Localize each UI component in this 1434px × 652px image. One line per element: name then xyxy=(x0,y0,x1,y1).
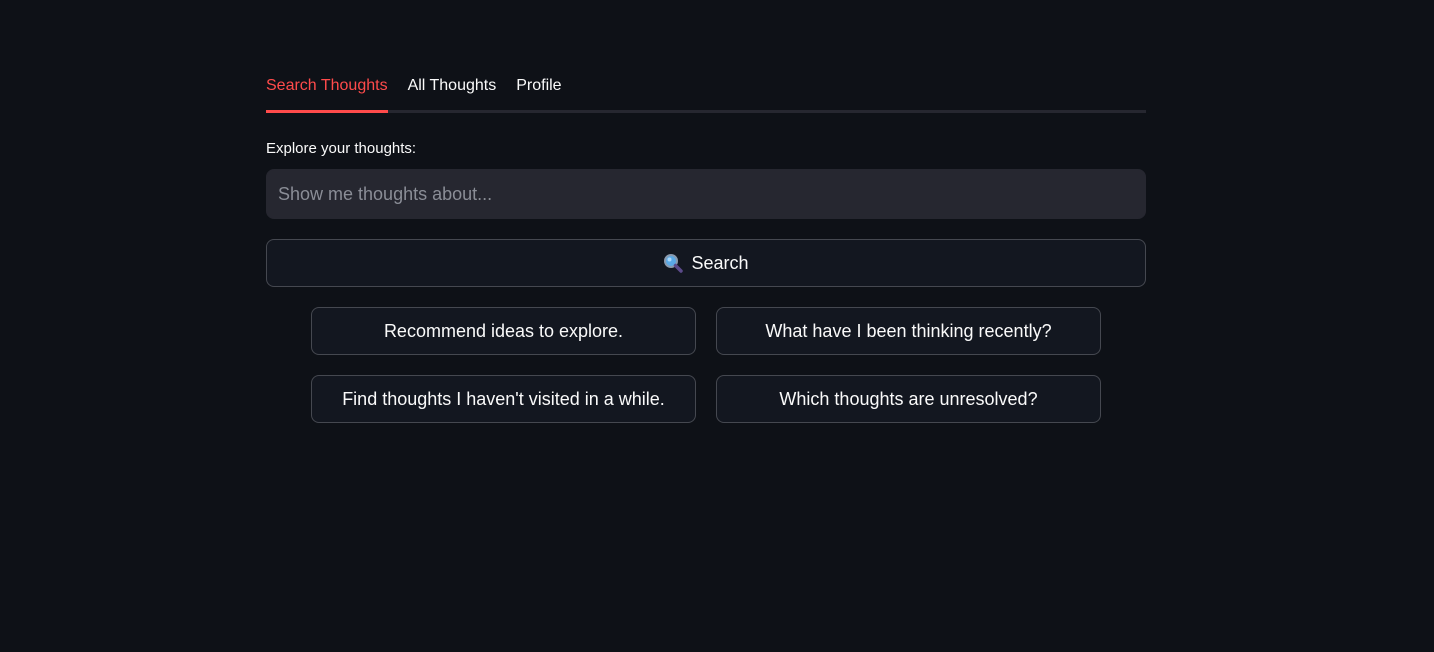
suggestion-button-recent[interactable]: What have I been thinking recently? xyxy=(716,307,1101,355)
app-root: Search Thoughts All Thoughts Profile Exp… xyxy=(0,0,1434,652)
suggestion-button-recommend[interactable]: Recommend ideas to explore. xyxy=(311,307,696,355)
tab-profile[interactable]: Profile xyxy=(516,70,561,108)
suggestion-button-not-visited[interactable]: Find thoughts I haven't visited in a whi… xyxy=(311,375,696,423)
search-button-label: Search xyxy=(691,252,749,273)
tab-list: Search Thoughts All Thoughts Profile xyxy=(266,70,1146,114)
suggestion-button-unresolved[interactable]: Which thoughts are unresolved? xyxy=(716,375,1101,423)
search-input[interactable] xyxy=(266,169,1146,219)
tab-search-thoughts[interactable]: Search Thoughts xyxy=(266,70,388,113)
search-label: Explore your thoughts: xyxy=(266,140,417,157)
tab-all-thoughts[interactable]: All Thoughts xyxy=(408,70,497,108)
tab-bar: Search Thoughts All Thoughts Profile xyxy=(266,70,1146,114)
magnifying-glass-icon xyxy=(663,253,684,273)
search-button[interactable]: Search xyxy=(266,239,1146,287)
